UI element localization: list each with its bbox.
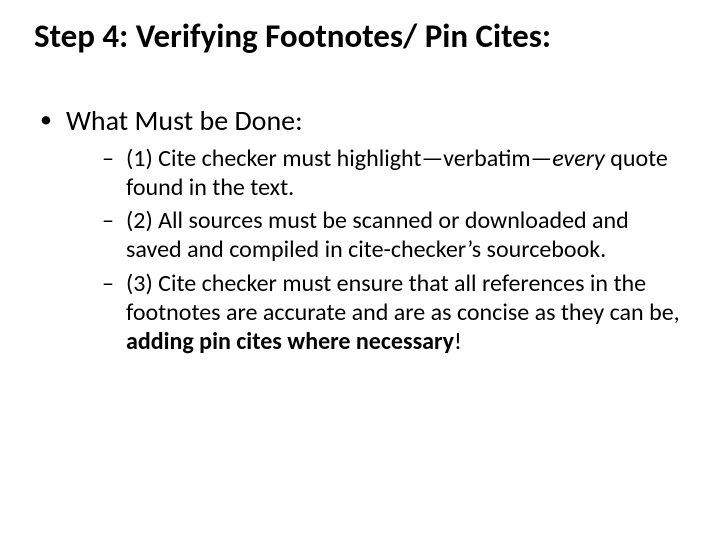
slide: Step 4: Verifying Footnotes/ Pin Cites: … (0, 0, 720, 540)
list-item: (1) Cite checker must highlight—verbatim… (102, 144, 686, 203)
slide-title: Step 4: Verifying Footnotes/ Pin Cites: (34, 18, 686, 56)
bullet-text: What Must be Done: (66, 103, 303, 138)
text-run: ! (454, 327, 462, 356)
text-run: (1) Cite checker must highlight—verbatim… (126, 144, 552, 173)
list-item: What Must be Done: (1) Cite checker must… (36, 104, 686, 356)
text-run-italic: every (552, 144, 605, 173)
text-run-bold: adding pin cites where necessary (126, 327, 454, 356)
bullet-list-level2: (1) Cite checker must highlight—verbatim… (66, 144, 686, 357)
list-item: (3) Cite checker must ensure that all re… (102, 269, 686, 357)
bullet-list-level1: What Must be Done: (1) Cite checker must… (34, 104, 686, 356)
text-run: (3) Cite checker must ensure that all re… (126, 269, 680, 327)
text-run: (2) All sources must be scanned or downl… (126, 206, 629, 264)
list-item: (2) All sources must be scanned or downl… (102, 206, 686, 265)
